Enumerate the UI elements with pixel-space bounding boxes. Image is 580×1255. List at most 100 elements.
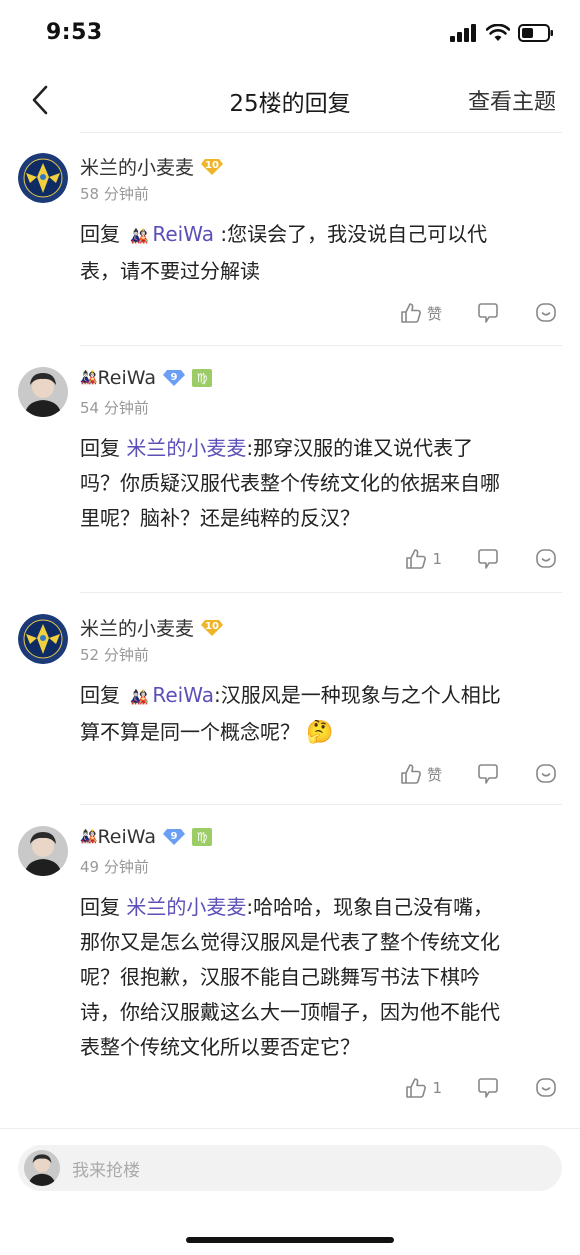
emoji-icon [536, 764, 556, 783]
reply-button[interactable] [476, 762, 500, 786]
more-button[interactable] [534, 762, 558, 786]
reply-button[interactable] [476, 301, 500, 325]
username[interactable]: ReiWa [97, 826, 156, 848]
avatar[interactable] [18, 614, 68, 664]
comment-time: 49 分钟前 [80, 858, 149, 876]
mention-avatar-icon: 🎎 [130, 227, 149, 245]
reply-button[interactable] [476, 547, 500, 571]
comment-line: 吗？你质疑汉服代表整个传统文化的依据来自哪 [80, 471, 500, 495]
comment-line: :您误会了，我没说自己可以代 [220, 222, 488, 246]
comment-text: 回复 米兰的小麦麦:哈哈哈，现象自己没有嘴， 那你又是怎么觉得汉服风是代表了整个… [80, 890, 566, 1065]
mention-avatar-icon: 🎎 [130, 688, 149, 706]
my-avatar [24, 1150, 60, 1186]
action-row: 1 [404, 1076, 558, 1100]
comment-item: 米兰的小麦麦 10 58 分钟前 回复 🎎 ReiWa :您误会了，我没说自己可以… [0, 133, 580, 345]
reply-keyword: 回复 [80, 895, 120, 919]
username[interactable]: 米兰的小麦麦 [80, 153, 194, 180]
level-badge: 9 [162, 369, 186, 387]
zodiac-badge: ♍ [191, 828, 212, 846]
comment-icon [478, 549, 498, 569]
comment-item: 🎎 ReiWa 9 ♍ 54 分钟前 回复 米兰的小麦麦:那穿汉服的谁又说代表了… [0, 347, 580, 592]
status-icons [450, 24, 554, 42]
status-bar: 9:53 [0, 0, 580, 68]
user-decoration-icon: 🎎 [80, 829, 98, 845]
more-button[interactable] [534, 301, 558, 325]
level-number: 10 [205, 160, 219, 171]
more-button[interactable] [534, 547, 558, 571]
comment-icon [478, 1078, 498, 1098]
action-row: 赞 [399, 301, 558, 325]
divider [80, 592, 562, 593]
like-label: 赞 [426, 304, 442, 323]
comment-text: 回复 🎎 ReiWa:汉服风是一种现象与之个人相比 算不算是同一个概念呢？ 🤔 [80, 678, 566, 750]
level-number: 9 [170, 371, 178, 383]
reply-input-bar: 我来抢楼 [0, 1128, 580, 1198]
comment-time: 54 分钟前 [80, 399, 149, 417]
thumbs-up-icon [401, 303, 421, 323]
comment-line: 那你又是怎么觉得汉服风是代表了整个传统文化 [80, 930, 500, 954]
emoji-icon [536, 303, 556, 322]
zodiac-badge: ♍ [191, 369, 212, 387]
thumbs-up-icon [406, 1078, 427, 1098]
reply-keyword: 回复 [80, 436, 120, 460]
like-button[interactable]: 1 [404, 1076, 442, 1100]
home-indicator [186, 1237, 394, 1243]
divider [80, 804, 562, 805]
like-count: 1 [432, 1079, 442, 1097]
reply-keyword: 回复 [80, 222, 120, 246]
like-button[interactable]: 1 [404, 547, 442, 571]
view-topic-link[interactable]: 查看主题 [468, 84, 556, 116]
user-decoration-icon: 🎎 [80, 370, 98, 386]
comment-line: 呢？很抱歉，汉服不能自己跳舞写书法下棋吟 [80, 965, 480, 989]
action-row: 1 [404, 547, 558, 571]
username-row: 米兰的小麦麦 10 [80, 614, 224, 641]
comment-line: 表整个传统文化所以要否定它？ [80, 1035, 360, 1059]
emoji-icon [536, 1078, 556, 1097]
thumbs-up-icon [401, 764, 421, 784]
thinking-emoji: 🤔 [306, 720, 334, 745]
comment-line: :哈哈哈，现象自己没有嘴， [246, 895, 494, 919]
divider [80, 345, 562, 346]
comment-time: 58 分钟前 [80, 185, 149, 203]
like-button[interactable]: 赞 [399, 762, 442, 786]
thumbs-up-icon [406, 549, 427, 569]
comment-line: 诗，你给汉服戴这么大一顶帽子，因为他不能代 [80, 1000, 500, 1024]
reply-input[interactable]: 我来抢楼 [18, 1145, 562, 1191]
comment-line: 算不算是同一个概念呢？ [80, 720, 300, 744]
avatar[interactable] [18, 153, 68, 203]
reply-keyword: 回复 [80, 683, 120, 707]
comment-item: 🎎 ReiWa 9 ♍ 49 分钟前 回复 米兰的小麦麦:哈哈哈，现象自己没有嘴… [0, 806, 580, 1121]
level-badge: 10 [200, 619, 224, 637]
comment-icon [478, 764, 498, 784]
comment-line: :那穿汉服的谁又说代表了 [246, 436, 474, 460]
comment-line: :汉服风是一种现象与之个人相比 [213, 683, 501, 707]
username[interactable]: ReiWa [97, 367, 156, 389]
level-badge: 9 [162, 828, 186, 846]
comment-line: 表，请不要过分解读 [80, 259, 260, 283]
comment-icon [478, 303, 498, 323]
mention-link[interactable]: ReiWa [152, 222, 214, 246]
like-count: 1 [432, 550, 442, 568]
level-number: 10 [205, 621, 219, 632]
mention-link[interactable]: ReiWa [152, 683, 214, 707]
comment-text: 回复 🎎 ReiWa :您误会了，我没说自己可以代 表，请不要过分解读 [80, 217, 566, 289]
username-row: 米兰的小麦麦 10 [80, 153, 224, 180]
level-number: 9 [170, 830, 178, 842]
mention-link[interactable]: 米兰的小麦麦 [126, 436, 246, 460]
wifi-icon [486, 24, 510, 41]
status-time: 9:53 [46, 20, 103, 45]
nav-bar: 25楼的回复 查看主题 [0, 70, 580, 130]
like-button[interactable]: 赞 [399, 301, 442, 325]
comment-line: 里呢？脑补？还是纯粹的反汉？ [80, 506, 360, 530]
more-button[interactable] [534, 1076, 558, 1100]
mention-link[interactable]: 米兰的小麦麦 [126, 895, 246, 919]
signal-icon [450, 24, 476, 42]
username[interactable]: 米兰的小麦麦 [80, 614, 194, 641]
avatar[interactable] [18, 826, 68, 876]
reply-button[interactable] [476, 1076, 500, 1100]
action-row: 赞 [399, 762, 558, 786]
avatar[interactable] [18, 367, 68, 417]
input-placeholder: 我来抢楼 [72, 1161, 140, 1181]
level-badge: 10 [200, 158, 224, 176]
like-label: 赞 [426, 765, 442, 784]
